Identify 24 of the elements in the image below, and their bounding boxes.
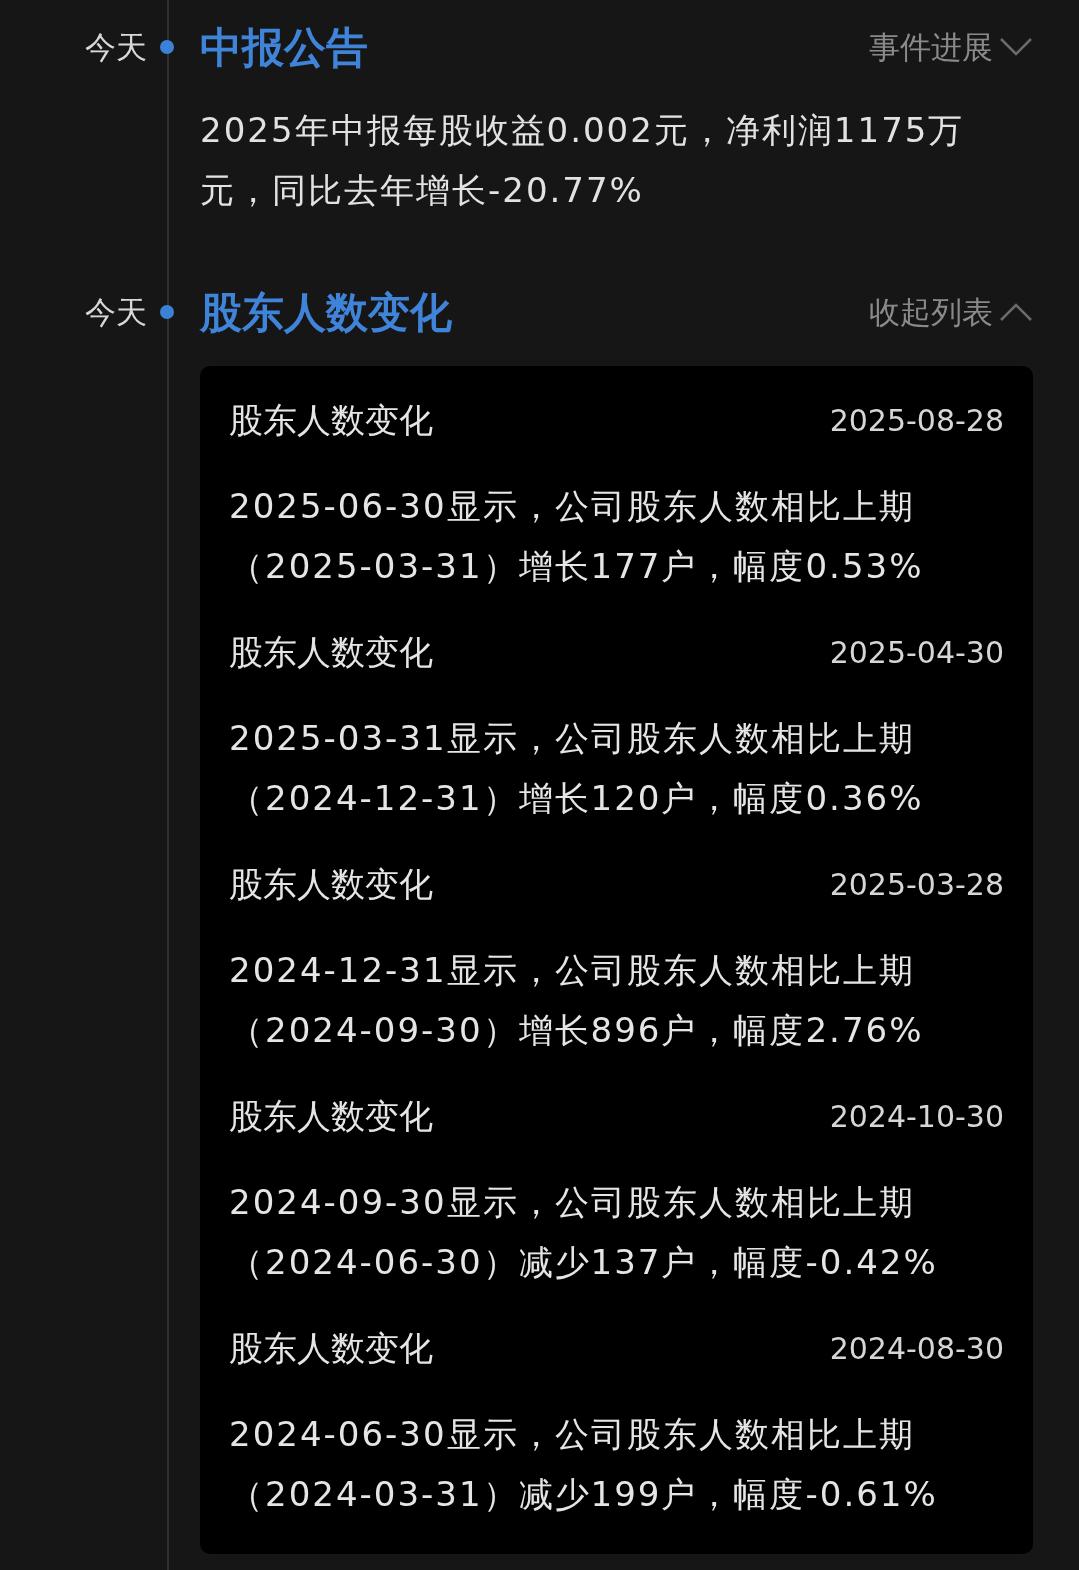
event-title: 中报公告 [200, 21, 368, 74]
record-description: 2025-03-31显示，公司股东人数相比上期（2024-12-31）增长120户，幅度0.36% [229, 717, 925, 820]
record-description: 2024-06-30显示，公司股东人数相比上期（2024-03-31）减少199户，幅度-0.61% [229, 1413, 939, 1516]
record-description: 2025-06-30显示，公司股东人数相比上期（2025-03-31）增长177户，幅度0.53% [229, 485, 925, 588]
time-label: 今天 [85, 27, 147, 67]
event-title: 股东人数变化 [200, 286, 452, 339]
record-title: 股东人数变化 [229, 1094, 433, 1138]
toggle-button[interactable]: 事件进展 [869, 23, 1033, 71]
record-date: 2024-08-30 [829, 1329, 1004, 1368]
record-date: 2024-10-30 [829, 1097, 1004, 1136]
record-title: 股东人数变化 [229, 862, 433, 906]
chevron-up-icon [999, 302, 1033, 322]
toggle-button[interactable]: 收起列表 [869, 288, 1033, 336]
chevron-down-icon [999, 37, 1033, 57]
record-date: 2025-08-28 [829, 401, 1004, 440]
record-title: 股东人数变化 [229, 1326, 433, 1370]
record-title: 股东人数变化 [229, 398, 433, 442]
event-description: 2025年中报每股收益0.002元，净利润1175万元，同比去年增长-20.77% [200, 109, 966, 212]
time-label: 今天 [85, 292, 147, 332]
record-description: 2024-09-30显示，公司股东人数相比上期（2024-06-30）减少137户，幅度-0.42% [229, 1181, 939, 1284]
record-date: 2025-04-30 [829, 633, 1004, 672]
record-title: 股东人数变化 [229, 630, 433, 674]
record-description: 2024-12-31显示，公司股东人数相比上期（2024-09-30）增长896户，幅度2.76% [229, 949, 925, 1052]
record-date: 2025-03-28 [829, 865, 1004, 904]
